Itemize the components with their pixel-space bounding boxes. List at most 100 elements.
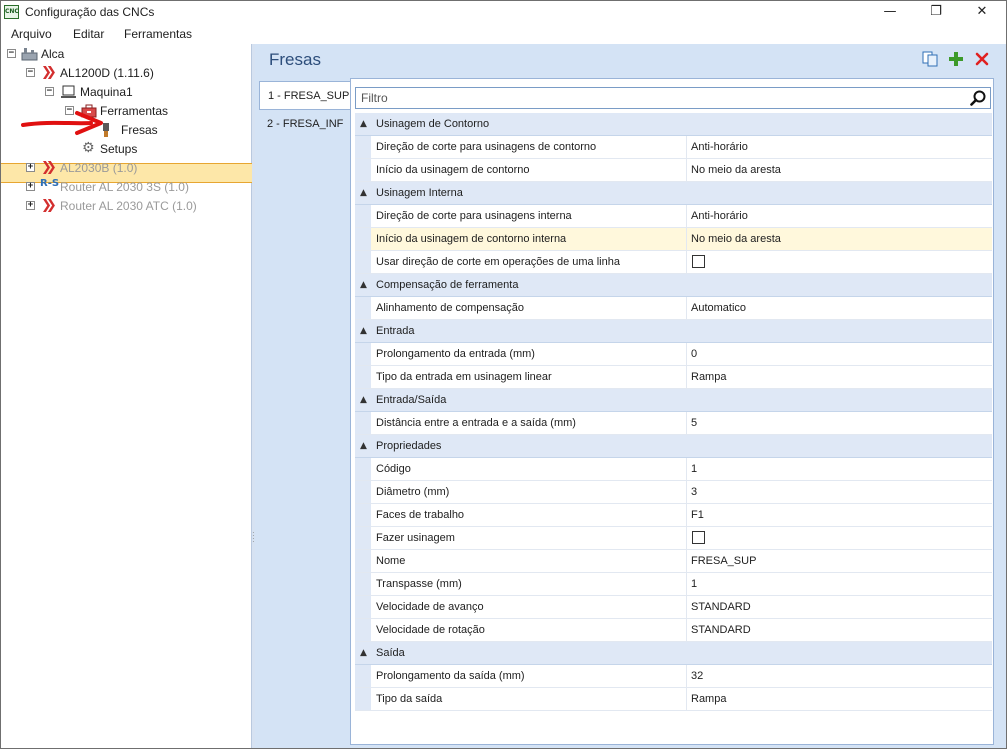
property-value[interactable]: 5	[691, 417, 697, 429]
property-name: Fazer usinagem	[376, 532, 455, 544]
row-gutter	[355, 297, 371, 319]
property-value[interactable]: Anti-horário	[691, 210, 748, 222]
property-row[interactable]: Distância entre a entrada e a saída (mm)…	[355, 412, 992, 435]
property-row[interactable]: Tipo da entrada em usinagem linear Rampa	[355, 366, 992, 389]
collapse-arrow-icon[interactable]: ▲	[360, 395, 367, 405]
property-value[interactable]: No meio da aresta	[691, 164, 781, 176]
filter-input[interactable]: Filtro	[355, 87, 991, 109]
property-value[interactable]: 3	[691, 486, 697, 498]
tab-fresa-sup[interactable]: 1 - FRESA_SUP	[259, 81, 350, 110]
property-value[interactable]: 32	[691, 670, 703, 682]
collapse-arrow-icon[interactable]: ▲	[360, 648, 367, 658]
expand-icon[interactable]: +	[26, 163, 35, 172]
column-divider	[686, 481, 687, 503]
property-value[interactable]: 1	[691, 578, 697, 590]
category-row[interactable]: ▲ Entrada	[355, 320, 992, 343]
property-value[interactable]: FRESA_SUP	[691, 555, 756, 567]
menu-editar[interactable]: Editar	[73, 27, 104, 41]
expand-icon[interactable]: +	[26, 182, 35, 191]
machine-chevron-icon: ❯❯	[41, 65, 57, 80]
property-value[interactable]: Rampa	[691, 371, 726, 383]
category-row[interactable]: ▲ Usinagem de Contorno	[355, 113, 992, 136]
row-gutter	[355, 481, 371, 503]
collapse-icon[interactable]: −	[45, 87, 54, 96]
property-name: Distância entre a entrada e a saída (mm)	[376, 417, 576, 429]
collapse-arrow-icon[interactable]: ▲	[360, 326, 367, 336]
property-value[interactable]: 0	[691, 348, 697, 360]
property-row[interactable]: Tipo da saída Rampa	[355, 688, 992, 711]
delete-icon[interactable]	[974, 51, 990, 67]
property-value[interactable]: No meio da aresta	[691, 233, 781, 245]
property-value[interactable]: Anti-horário	[691, 141, 748, 153]
category-row[interactable]: ▲ Usinagem Interna	[355, 182, 992, 205]
property-row[interactable]: Usar direção de corte em operações de um…	[355, 251, 992, 274]
column-divider	[686, 619, 687, 641]
menu-bar: Arquivo Editar Ferramentas	[1, 23, 1006, 44]
tree-node-setups[interactable]: ⚙ Setups	[1, 140, 251, 158]
property-row[interactable]: Início da usinagem de contorno interna No…	[355, 228, 992, 251]
row-gutter	[355, 366, 371, 388]
minimize-button[interactable]: —	[867, 1, 913, 23]
property-row[interactable]: Velocidade de avanço STANDARD	[355, 596, 992, 619]
property-name: Faces de trabalho	[376, 509, 465, 521]
tree-node-al2030b[interactable]: + ❯❯ AL2030B (1.0)	[1, 159, 251, 177]
property-row[interactable]: Direção de corte para usinagens interna A…	[355, 205, 992, 228]
category-row[interactable]: ▲ Propriedades	[355, 435, 992, 458]
tree-node-router-3s[interactable]: + R-S Router AL 2030 3S (1.0)	[1, 178, 251, 196]
search-icon[interactable]	[970, 90, 986, 106]
add-icon[interactable]	[948, 51, 964, 67]
property-row[interactable]: Prolongamento da saída (mm) 32	[355, 665, 992, 688]
menu-arquivo[interactable]: Arquivo	[11, 27, 52, 41]
property-checkbox[interactable]	[692, 531, 705, 544]
column-divider	[686, 205, 687, 227]
property-row[interactable]: Código 1	[355, 458, 992, 481]
tree-label: Alca	[41, 47, 65, 61]
tree-node-al1200d[interactable]: − ❯❯ AL1200D (1.11.6)	[1, 64, 251, 82]
close-button[interactable]: ✕	[959, 1, 1005, 23]
tree-node-alca[interactable]: − Alca	[1, 45, 251, 63]
menu-ferramentas[interactable]: Ferramentas	[124, 27, 192, 41]
expand-icon[interactable]: +	[26, 201, 35, 210]
tab-fresa-inf[interactable]: 2 - FRESA_INF	[259, 110, 350, 139]
collapse-arrow-icon[interactable]: ▲	[360, 441, 367, 451]
column-divider	[686, 412, 687, 434]
minimize-icon: —	[883, 4, 897, 19]
property-row[interactable]: Direção de corte para usinagens de conto…	[355, 136, 992, 159]
property-row[interactable]: Velocidade de rotação STANDARD	[355, 619, 992, 642]
property-name: Velocidade de rotação	[376, 624, 485, 636]
machine-chevron-icon: ❯❯	[41, 160, 57, 175]
property-checkbox[interactable]	[692, 255, 705, 268]
property-row[interactable]: Fazer usinagem	[355, 527, 992, 550]
copy-icon[interactable]	[922, 51, 938, 67]
category-row[interactable]: ▲ Entrada/Saída	[355, 389, 992, 412]
collapse-arrow-icon[interactable]: ▲	[360, 119, 367, 129]
property-row[interactable]: Prolongamento da entrada (mm) 0	[355, 343, 992, 366]
collapse-icon[interactable]: −	[26, 68, 35, 77]
tree-node-router-atc[interactable]: + ❯❯ Router AL 2030 ATC (1.0)	[1, 197, 251, 215]
column-divider	[686, 688, 687, 710]
property-editor: Filtro ▲ Usinagem de Contorno Direção de c…	[350, 78, 994, 745]
property-row[interactable]: Alinhamento de compensação Automatico	[355, 297, 992, 320]
property-row[interactable]: Início da usinagem de contorno No meio da…	[355, 159, 992, 182]
collapse-arrow-icon[interactable]: ▲	[360, 280, 367, 290]
property-value[interactable]: F1	[691, 509, 704, 521]
category-row[interactable]: ▲ Compensação de ferramenta	[355, 274, 992, 297]
collapse-icon[interactable]: −	[7, 49, 16, 58]
property-value[interactable]: Rampa	[691, 693, 726, 705]
property-value[interactable]: 1	[691, 463, 697, 475]
filter-placeholder: Filtro	[361, 91, 388, 105]
property-name: Direção de corte para usinagens interna	[376, 210, 572, 222]
property-value[interactable]: Automatico	[691, 302, 746, 314]
collapse-arrow-icon[interactable]: ▲	[360, 188, 367, 198]
property-row[interactable]: Nome FRESA_SUP	[355, 550, 992, 573]
property-value[interactable]: STANDARD	[691, 601, 751, 613]
tree-label: Maquina1	[80, 85, 133, 99]
property-row[interactable]: Diâmetro (mm) 3	[355, 481, 992, 504]
restore-button[interactable]: ❐	[913, 1, 959, 23]
property-value[interactable]: STANDARD	[691, 624, 751, 636]
property-row[interactable]: Transpasse (mm) 1	[355, 573, 992, 596]
category-row[interactable]: ▲ Saída	[355, 642, 992, 665]
property-row[interactable]: Faces de trabalho F1	[355, 504, 992, 527]
tree-node-maquina1[interactable]: − Maquina1	[1, 83, 251, 101]
column-divider	[686, 573, 687, 595]
